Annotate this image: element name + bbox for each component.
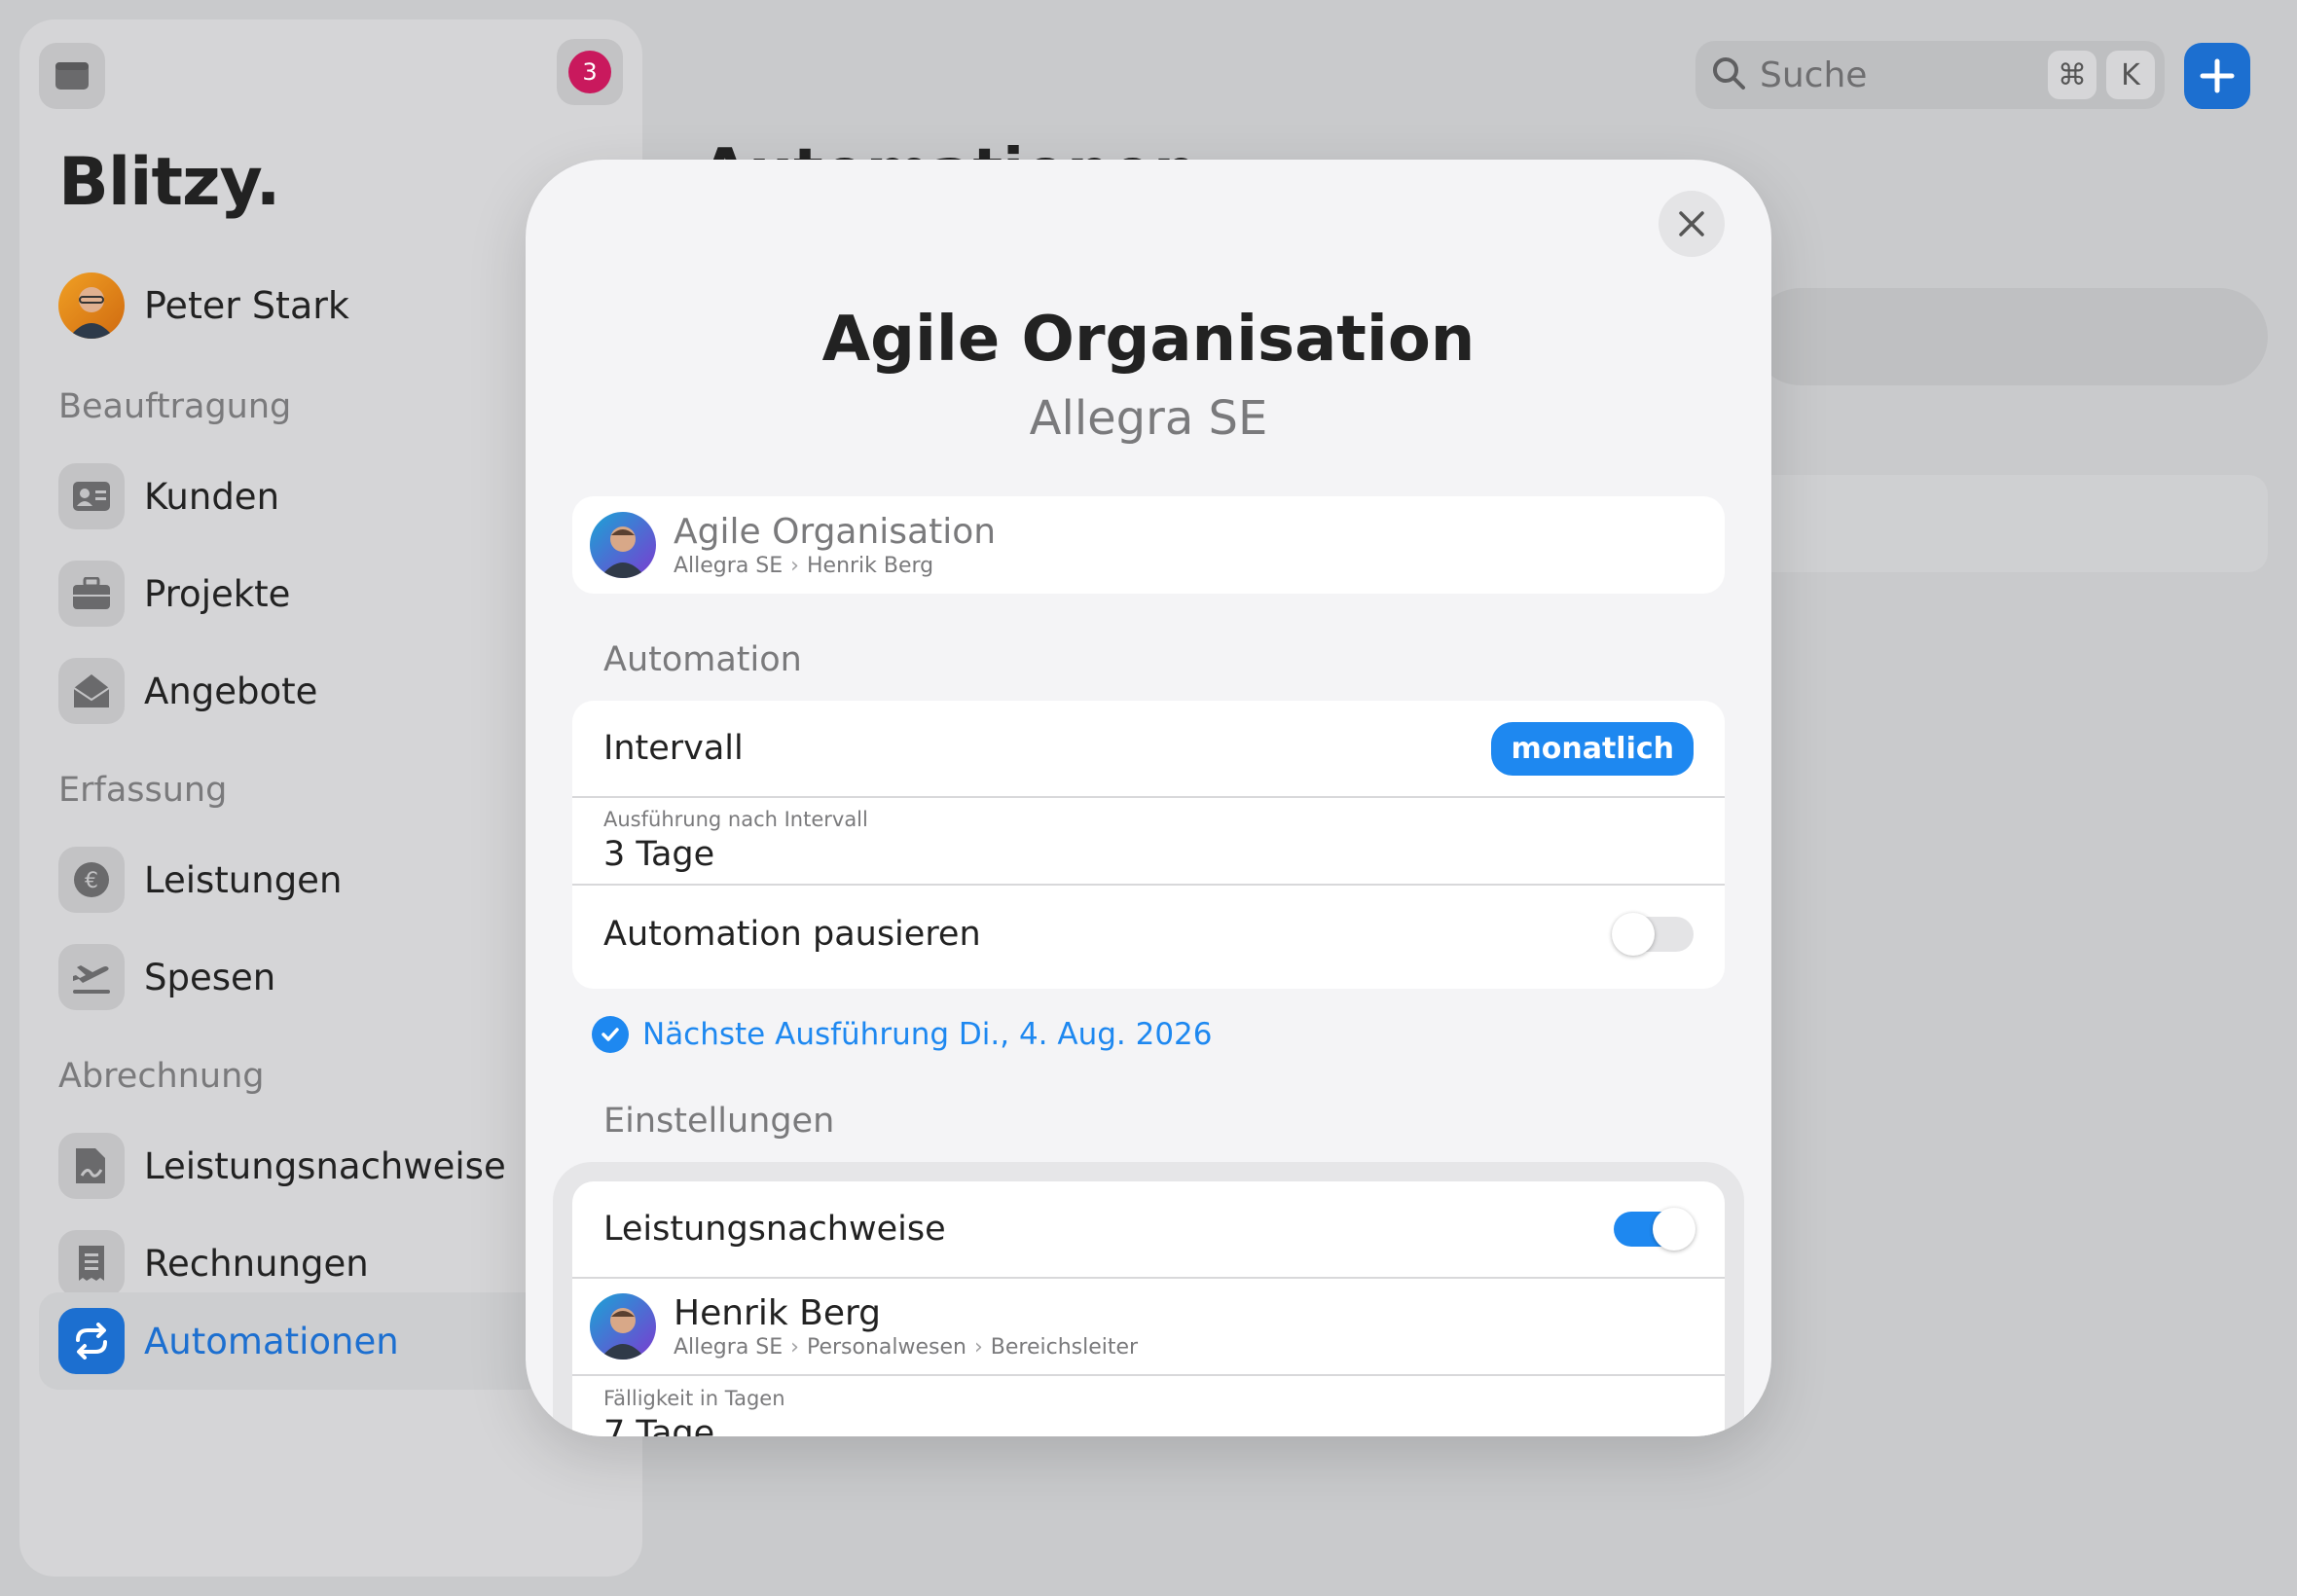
add-button[interactable] [2184,43,2250,109]
section-header-beauftragung: Beauftragung [58,387,292,426]
background-filter-bar [1752,288,2268,385]
svg-text:€: € [85,869,98,893]
euro-icon: € [58,847,125,913]
sidebar-icon [55,62,89,90]
receipt-icon [58,1230,125,1296]
breadcrumb: Allegra SE › Henrik Berg [674,554,996,578]
sidebar-item-angebote[interactable]: Angebote [39,642,545,740]
checkmark-icon [592,1016,629,1053]
sidebar-item-label: Spesen [144,956,276,998]
envelope-open-icon [58,658,125,724]
proofs-toggle[interactable] [1614,1208,1695,1251]
contact-row[interactable]: Henrik Berg Allegra SE › Personalwesen ›… [572,1279,1725,1376]
search-icon [1709,54,1748,96]
section-header-abrechnung: Abrechnung [58,1057,265,1096]
proofs-label: Leistungsnachweise [603,1210,946,1249]
crumb: Bereichsleiter [990,1335,1139,1360]
sidebar-item-label: Automationen [144,1320,399,1362]
next-run-info: Nächste Ausführung Di., 4. Aug. 2026 [592,1016,1213,1053]
due-value: 7 Tage [603,1414,715,1436]
sidebar-item-spesen[interactable]: Spesen [39,928,545,1026]
project-name: Agile Organisation [674,512,997,552]
automation-modal: Agile Organisation Allegra SE Agile Orga… [526,160,1771,1436]
briefcase-icon [58,561,125,627]
chevron-right-icon: › [790,554,799,578]
sidebar-item-leistungsnachweise[interactable]: Leistungsnachweise [39,1117,545,1215]
due-field[interactable]: Fälligkeit in Tagen 7 Tage [572,1376,1725,1436]
pause-label: Automation pausieren [603,915,981,954]
search-field[interactable]: Suche ⌘ K [1695,41,2165,109]
interval-select[interactable]: monatlich [1491,721,1694,776]
notification-badge: 3 [568,51,611,93]
sidebar-item-label: Kunden [144,475,280,518]
section-title-automation: Automation [603,640,802,679]
chevron-right-icon: › [973,1335,983,1360]
contact-name: Henrik Berg [674,1293,881,1333]
interval-row[interactable]: Intervall monatlich [572,701,1725,798]
avatar [590,1293,656,1360]
user-profile[interactable]: Peter Stark [58,272,349,339]
plus-icon [2200,58,2235,93]
next-run-text: Nächste Ausführung Di., 4. Aug. 2026 [642,1017,1213,1052]
background-list-row [1752,475,2268,572]
sidebar-item-label: Leistungsnachweise [144,1144,506,1187]
close-icon [1679,211,1704,236]
plane-departure-icon [58,944,125,1010]
settings-card: Leistungsnachweise Henrik Berg Allegra S… [572,1181,1725,1436]
shortcut-cmd-key: ⌘ [2048,51,2096,99]
crumb: Allegra SE [674,1335,784,1360]
proofs-row: Leistungsnachweise [572,1181,1725,1279]
run-after-field[interactable]: Ausführung nach Intervall 3 Tage [572,798,1725,886]
close-button[interactable] [1659,191,1725,257]
crumb: Personalwesen [806,1335,966,1360]
sidebar-item-label: Angebote [144,670,318,712]
sidebar-item-label: Rechnungen [144,1242,369,1285]
user-name: Peter Stark [144,284,349,327]
field-label: Fälligkeit in Tagen [603,1387,785,1410]
document-signature-icon [58,1133,125,1199]
run-after-value: 3 Tage [603,835,715,874]
pause-row: Automation pausieren [572,886,1725,983]
sidebar-item-automationen[interactable]: Automationen [39,1292,545,1390]
repeat-icon [58,1308,125,1374]
notifications-button[interactable]: 3 [557,39,623,105]
section-header-erfassung: Erfassung [58,771,228,810]
sidebar-item-kunden[interactable]: Kunden [39,448,545,545]
automation-card: Intervall monatlich Ausführung nach Inte… [572,701,1725,989]
search-placeholder: Suche [1760,54,1868,95]
shortcut-k-key: K [2106,51,2155,99]
field-label: Ausführung nach Intervall [603,808,868,831]
sidebar-item-label: Projekte [144,572,291,615]
sidebar-item-label: Leistungen [144,858,343,901]
modal-subtitle: Allegra SE [1029,391,1268,446]
sidebar-item-projekte[interactable]: Projekte [39,545,545,642]
avatar [590,512,656,578]
section-title-einstellungen: Einstellungen [603,1102,835,1141]
sidebar-item-leistungen[interactable]: € Leistungen [39,831,545,928]
crumb: Allegra SE [674,554,784,578]
chevron-right-icon: › [790,1335,799,1360]
contact-card-icon [58,463,125,529]
breadcrumb: Allegra SE › Personalwesen › Bereichslei… [674,1335,1138,1360]
modal-title: Agile Organisation [821,304,1476,376]
crumb: Henrik Berg [806,554,934,578]
interval-label: Intervall [603,729,744,768]
sidebar-toggle-button[interactable] [39,43,105,109]
pause-toggle[interactable] [1612,913,1694,956]
app-logo: Blitzy. [58,144,280,221]
project-card[interactable]: Agile Organisation Allegra SE › Henrik B… [572,496,1725,594]
avatar [58,272,125,339]
